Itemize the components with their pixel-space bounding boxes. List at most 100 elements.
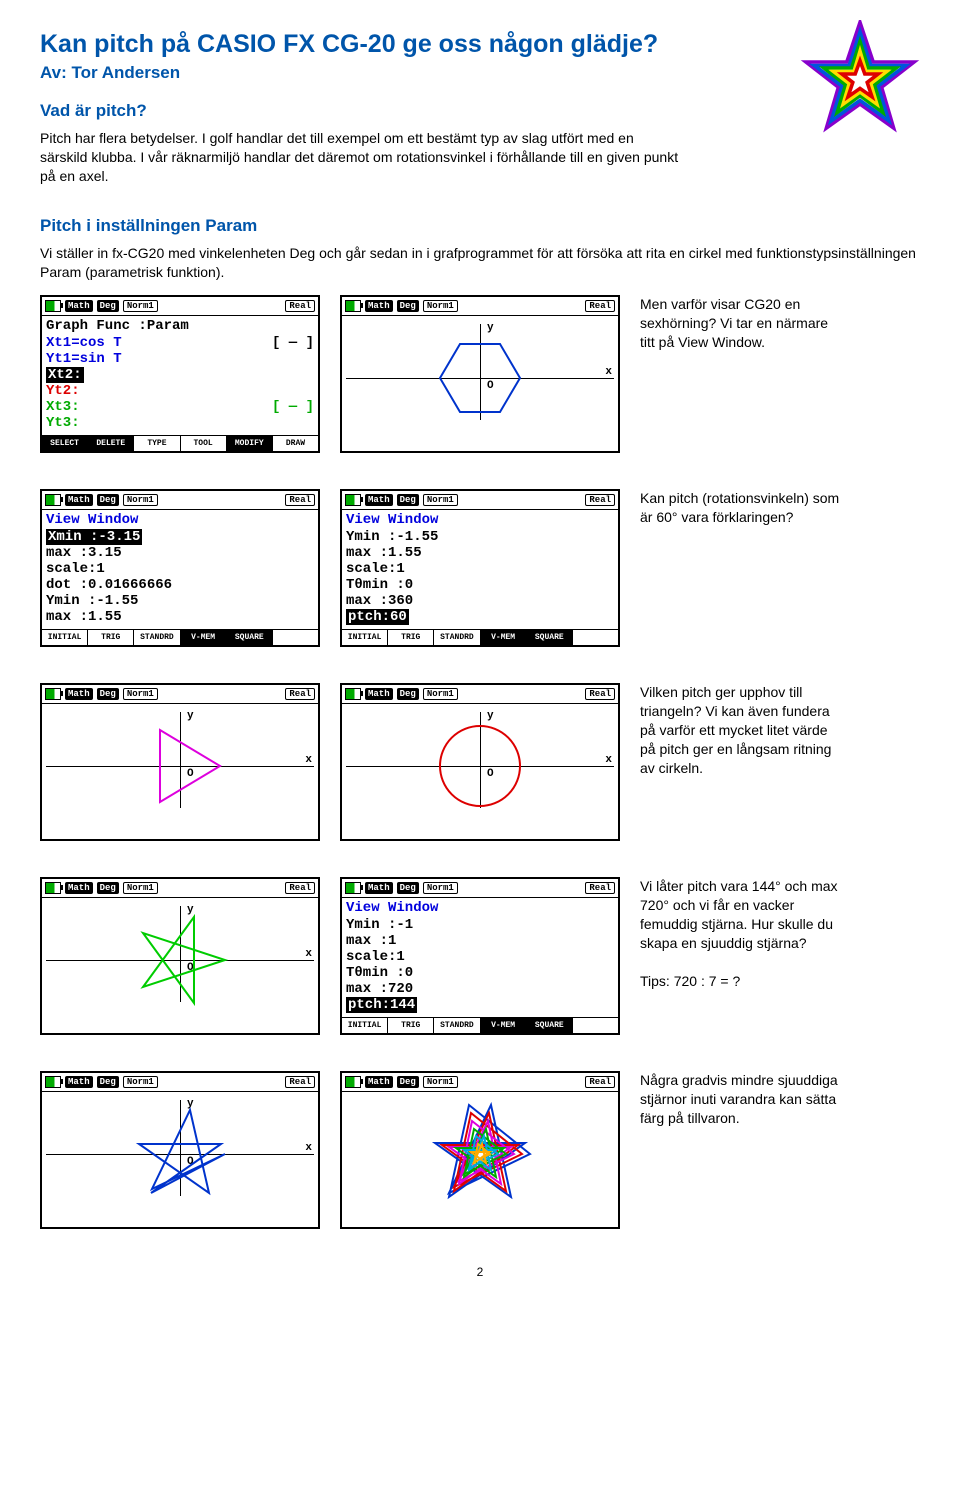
fkey[interactable]: INITIAL: [342, 1018, 388, 1033]
badge-deg: Deg: [397, 882, 419, 894]
calc-screen-star7-nested: Math Deg Norm1 Real: [340, 1071, 620, 1229]
line-ptch: ptch:60: [346, 609, 409, 625]
yt1: Yt1: [46, 351, 71, 367]
page-title: Kan pitch på CASIO FX CG-20 ge oss någon…: [40, 30, 920, 59]
badge-real: Real: [585, 688, 615, 700]
badge-deg: Deg: [97, 882, 119, 894]
fkey[interactable]: V-MEM: [481, 630, 527, 645]
fkey[interactable]: STANDRD: [134, 630, 180, 645]
side-note-2: Kan pitch (rotationsvinkeln) som är 60° …: [640, 489, 840, 527]
line: dot :0.01666666: [46, 577, 314, 593]
battery-icon: [345, 494, 361, 506]
fkey[interactable]: SELECT: [42, 436, 88, 451]
xt2: Xt2:: [46, 367, 84, 383]
badge-math: Math: [365, 1076, 393, 1088]
side-note-3: Vilken pitch ger upphov till triangeln? …: [640, 683, 840, 777]
calc-screen-graph-func: Math Deg Norm1 Real Graph Func :Param Xt…: [40, 295, 320, 453]
figure-row-1: Math Deg Norm1 Real Graph Func :Param Xt…: [40, 295, 920, 453]
badge-math: Math: [65, 300, 93, 312]
badge-math: Math: [65, 494, 93, 506]
battery-icon: [45, 882, 61, 894]
badge-math: Math: [65, 882, 93, 894]
fkey[interactable]: [573, 630, 618, 645]
fkey[interactable]: V-MEM: [481, 1018, 527, 1033]
fkey[interactable]: [273, 630, 318, 645]
badge-math: Math: [365, 688, 393, 700]
page-number: 2: [40, 1265, 920, 1279]
figure-row-5: Math Deg Norm1 Real y x O Math Deg Norm1…: [40, 1071, 920, 1229]
badge-real: Real: [585, 494, 615, 506]
line: Graph Func :Param: [46, 318, 314, 334]
fkey[interactable]: TRIG: [388, 1018, 434, 1033]
xt1v: =cos T: [71, 335, 121, 351]
fkey[interactable]: TRIG: [388, 630, 434, 645]
fkey[interactable]: V-MEM: [181, 630, 227, 645]
vw-title: View Window: [346, 900, 614, 916]
fkey[interactable]: MODIFY: [227, 436, 273, 451]
line: scale:1: [346, 949, 614, 965]
side-note-4: Vi låter pitch vara 144° och max 720° oc…: [640, 877, 840, 990]
battery-icon: [345, 882, 361, 894]
fkey[interactable]: DRAW: [273, 436, 318, 451]
badge-real: Real: [585, 300, 615, 312]
figure-row-4: Math Deg Norm1 Real y x O Math Deg Norm1…: [40, 877, 920, 1035]
fkey[interactable]: INITIAL: [342, 630, 388, 645]
vw-title: View Window: [46, 512, 314, 528]
line: Ymin :-1.55: [46, 593, 314, 609]
section-body-1: Pitch har flera betydelser. I golf handl…: [40, 129, 680, 186]
line: max :360: [346, 593, 614, 609]
line: Ymin :-1: [346, 917, 614, 933]
style-mark3: [ — ]: [272, 399, 314, 415]
vw-title: View Window: [346, 512, 614, 528]
line: Tθmin :0: [346, 965, 614, 981]
fkey[interactable]: SQUARE: [527, 630, 573, 645]
line: scale:1: [46, 561, 314, 577]
badge-deg: Deg: [97, 1076, 119, 1088]
line: max :1.55: [346, 545, 614, 561]
badge-real: Real: [285, 688, 315, 700]
line: Xmin :-3.15: [46, 529, 142, 545]
battery-icon: [45, 494, 61, 506]
calc-screen-vwin-x: Math Deg Norm1 Real View Window Xmin :-3…: [40, 489, 320, 647]
fkey[interactable]: SQUARE: [227, 630, 273, 645]
calc-screen-hexagon: Math Deg Norm1 Real y x O: [340, 295, 620, 453]
badge-real: Real: [285, 882, 315, 894]
fkey[interactable]: [573, 1018, 618, 1033]
line: max :3.15: [46, 545, 314, 561]
calc-screen-vwin-ptch60: Math Deg Norm1 Real View Window Ymin :-1…: [340, 489, 620, 647]
calc-screen-star7: Math Deg Norm1 Real y x O: [40, 1071, 320, 1229]
battery-icon: [345, 300, 361, 312]
style-mark: [ — ]: [272, 335, 314, 351]
fkey[interactable]: SQUARE: [527, 1018, 573, 1033]
badge-deg: Deg: [397, 494, 419, 506]
side-note-5: Några gradvis mindre sjuuddiga stjärnor …: [640, 1071, 840, 1128]
badge-norm: Norm1: [123, 882, 158, 894]
battery-icon: [345, 688, 361, 700]
yt2: Yt2:: [46, 383, 314, 399]
badge-math: Math: [365, 300, 393, 312]
line: Ymin :-1.55: [346, 529, 614, 545]
badge-math: Math: [65, 1076, 93, 1088]
badge-norm: Norm1: [423, 1076, 458, 1088]
fkey[interactable]: DELETE: [88, 436, 134, 451]
badge-norm: Norm1: [423, 882, 458, 894]
badge-real: Real: [285, 494, 315, 506]
badge-deg: Deg: [397, 688, 419, 700]
section-heading-1: Vad är pitch?: [40, 101, 920, 121]
fkey[interactable]: INITIAL: [42, 630, 88, 645]
line: max :1.55: [46, 609, 314, 625]
badge-real: Real: [285, 300, 315, 312]
fkey[interactable]: TRIG: [88, 630, 134, 645]
line: Tθmin :0: [346, 577, 614, 593]
line: max :720: [346, 981, 614, 997]
calc-screen-star5: Math Deg Norm1 Real y x O: [40, 877, 320, 1035]
fkey[interactable]: TOOL: [181, 436, 227, 451]
fkey[interactable]: STANDRD: [434, 630, 480, 645]
fkey[interactable]: TYPE: [134, 436, 180, 451]
figure-row-3: Math Deg Norm1 Real y x O Math Deg Norm1…: [40, 683, 920, 841]
line: scale:1: [346, 561, 614, 577]
badge-deg: Deg: [397, 300, 419, 312]
badge-norm: Norm1: [123, 300, 158, 312]
badge-deg: Deg: [397, 1076, 419, 1088]
fkey[interactable]: STANDRD: [434, 1018, 480, 1033]
